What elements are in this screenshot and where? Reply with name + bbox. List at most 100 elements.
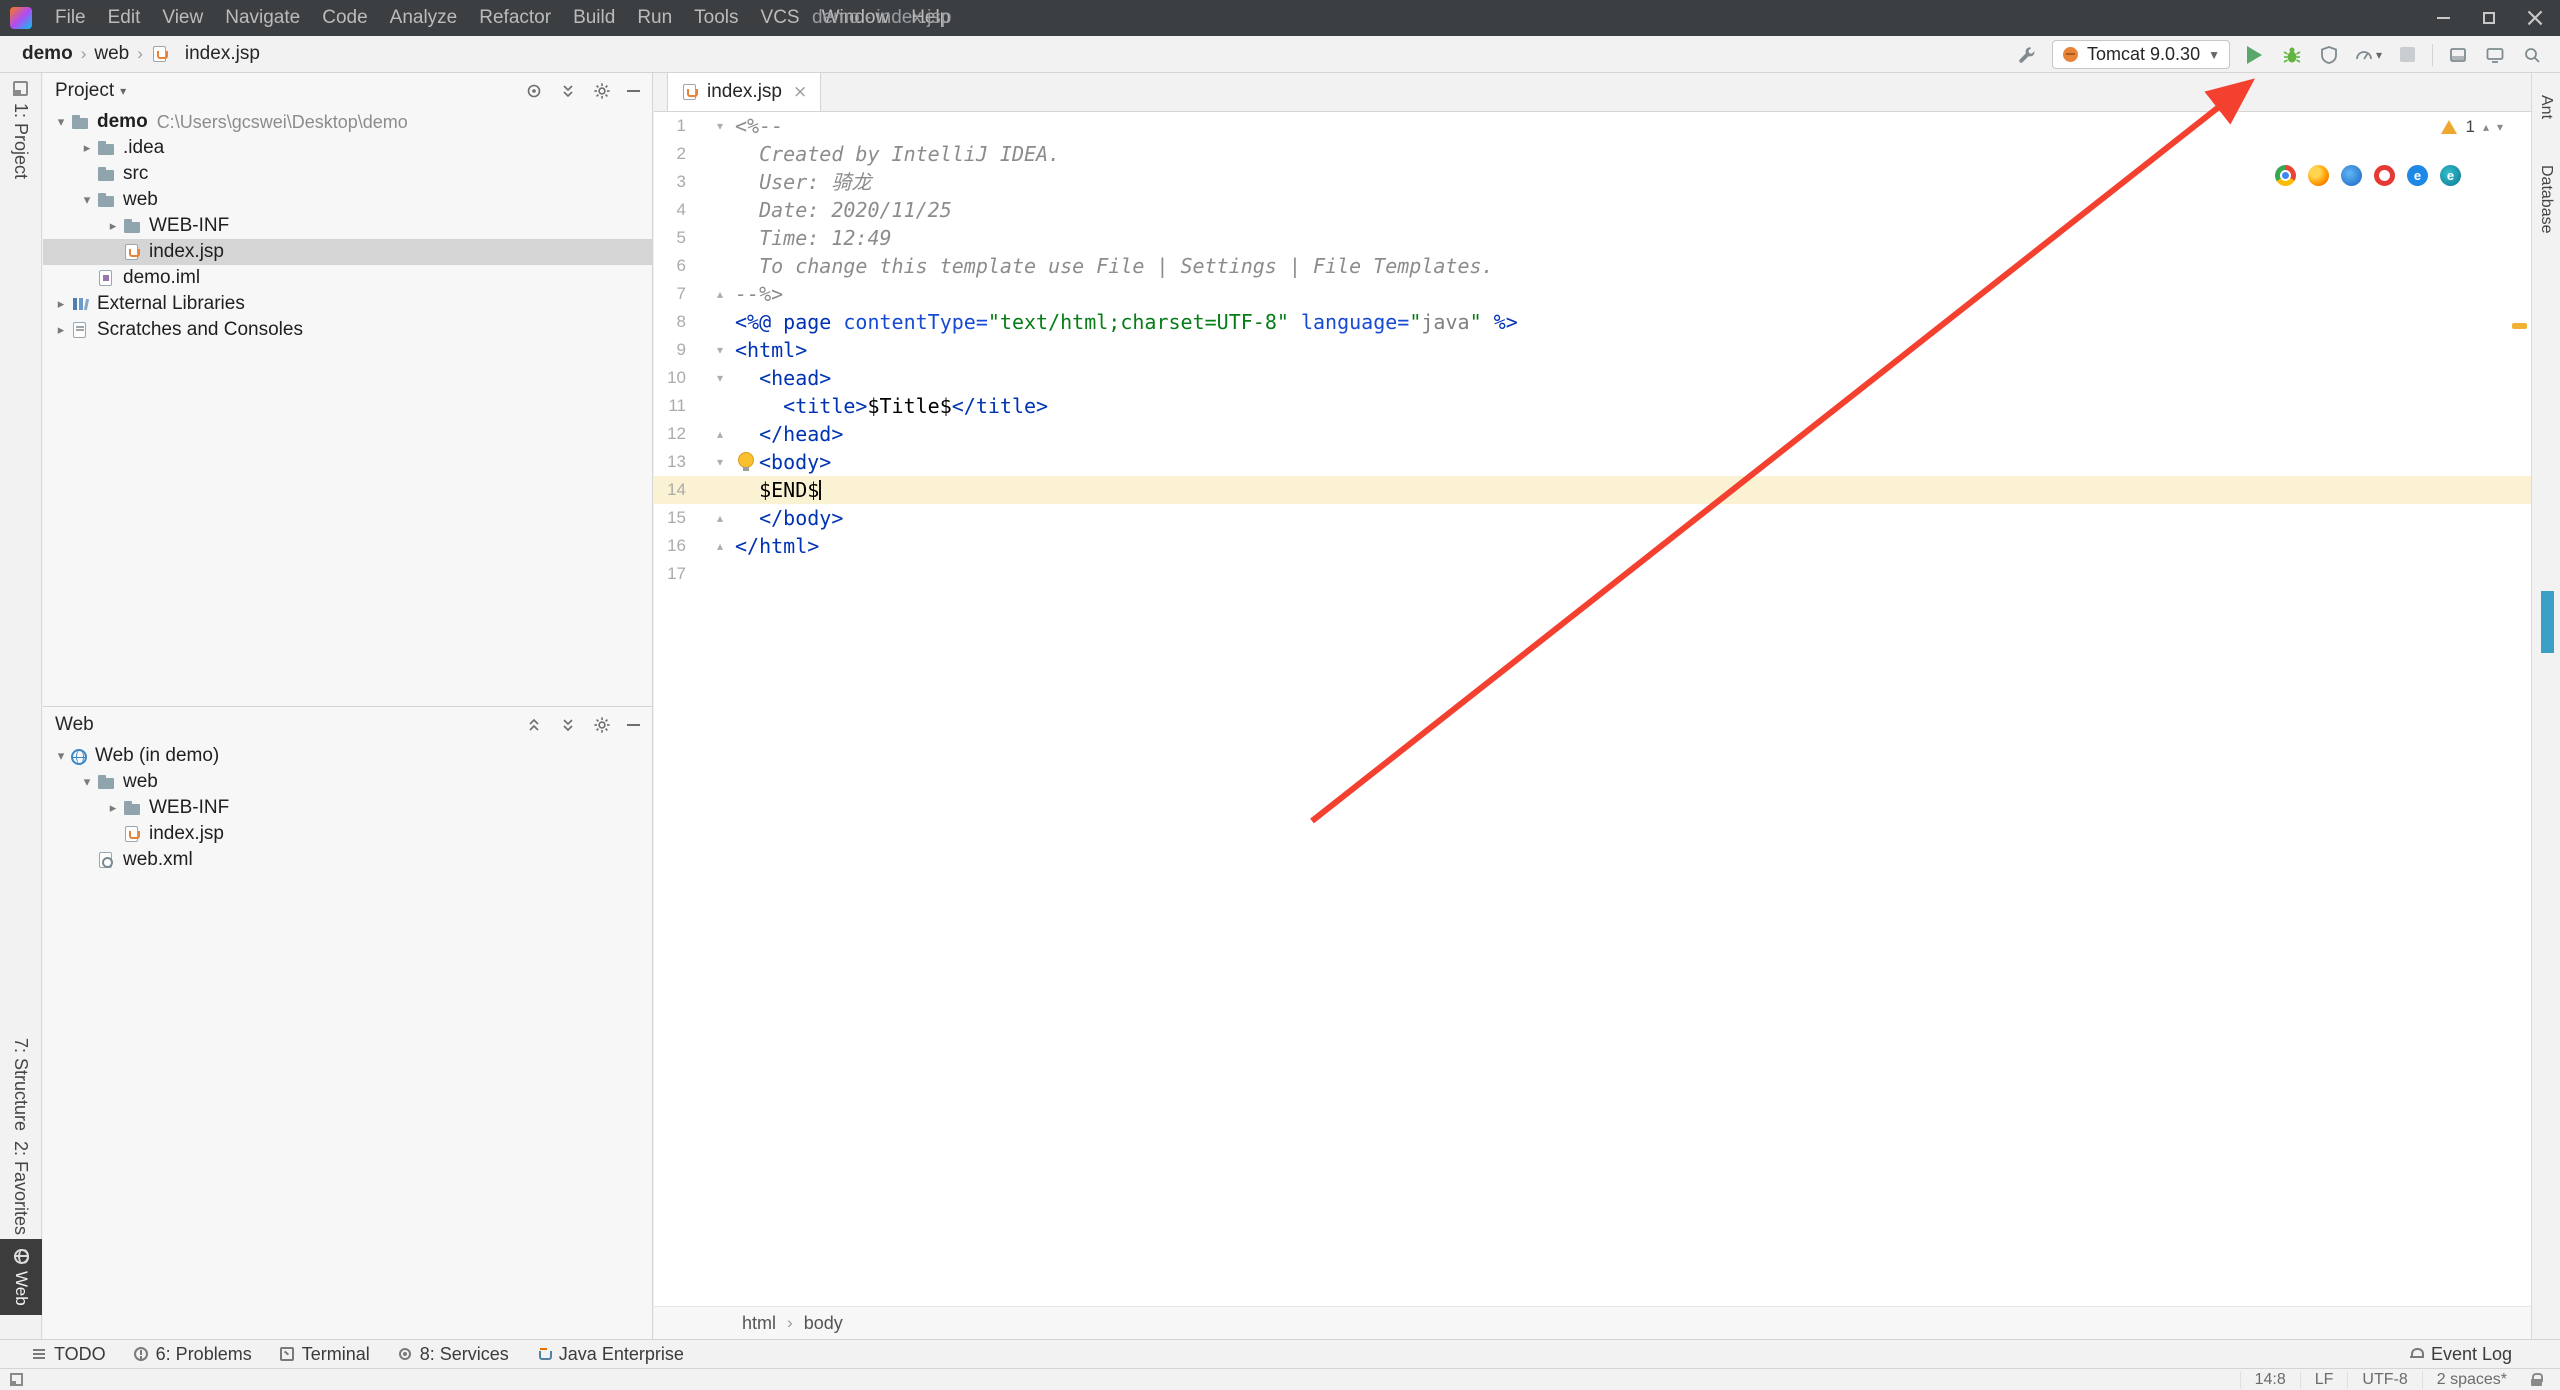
- tool-button-ant[interactable]: Ant: [2532, 95, 2560, 119]
- safari-browser-icon[interactable]: [2341, 165, 2362, 186]
- menu-view[interactable]: View: [151, 0, 214, 36]
- code-line[interactable]: 16 ▴ </html>: [654, 532, 2531, 560]
- fold-marker-icon[interactable]: ▴: [686, 504, 735, 532]
- code-line[interactable]: 13 ▾ <body>: [654, 448, 2531, 476]
- chevron-down-icon[interactable]: ▾: [51, 115, 71, 130]
- collapse-all-icon[interactable]: [559, 716, 577, 734]
- inspection-widget[interactable]: 1 ▴ ▾: [2441, 117, 2503, 137]
- menu-refactor[interactable]: Refactor: [468, 0, 562, 36]
- minimize-button[interactable]: [2420, 0, 2466, 36]
- chevron-right-icon[interactable]: ▸: [51, 323, 71, 338]
- run-dashboard-button[interactable]: [2446, 43, 2470, 67]
- status-item[interactable]: LF: [2299, 1370, 2348, 1389]
- collapse-all-icon[interactable]: [559, 82, 577, 100]
- toolwindow-button-6-problems[interactable]: 6: Problems: [120, 1340, 266, 1368]
- fold-marker-icon[interactable]: ▾: [686, 364, 735, 392]
- fold-marker-icon[interactable]: ▾: [686, 448, 735, 476]
- fold-marker-icon[interactable]: ▴: [686, 532, 735, 560]
- debug-button[interactable]: [2280, 43, 2304, 67]
- menu-edit[interactable]: Edit: [97, 0, 152, 36]
- toolwindow-button-java-enterprise[interactable]: Java Enterprise: [523, 1340, 698, 1368]
- open-in-browser-button[interactable]: [2483, 43, 2507, 67]
- code-line[interactable]: 9 ▾ <html>: [654, 336, 2531, 364]
- breadcrumb-tag[interactable]: body: [804, 1313, 843, 1334]
- code-line[interactable]: 10 ▾ <head>: [654, 364, 2531, 392]
- web-tree-row[interactable]: index.jsp: [43, 821, 652, 847]
- run-button[interactable]: [2243, 43, 2267, 67]
- chevron-right-icon[interactable]: ▸: [77, 141, 97, 156]
- chevron-down-icon[interactable]: ▾: [77, 775, 97, 790]
- next-problem-icon[interactable]: ▾: [2497, 120, 2503, 134]
- status-item[interactable]: 14:8: [2239, 1370, 2300, 1389]
- code-line[interactable]: 15 ▴ </body>: [654, 504, 2531, 532]
- run-configuration-select[interactable]: Tomcat 9.0.30 ▼: [2052, 40, 2230, 69]
- code-line[interactable]: 7 ▴ --%>: [654, 280, 2531, 308]
- menu-navigate[interactable]: Navigate: [214, 0, 311, 36]
- menu-file[interactable]: File: [44, 0, 97, 36]
- toolwindow-button-terminal[interactable]: Terminal: [266, 1340, 384, 1368]
- tool-button-project[interactable]: 1: Project: [0, 81, 41, 179]
- fold-marker-icon[interactable]: ▴: [686, 420, 735, 448]
- project-tree-row[interactable]: demo.iml: [43, 265, 652, 291]
- menu-tools[interactable]: Tools: [683, 0, 749, 36]
- code-line[interactable]: 11 <title>$Title$</title>: [654, 392, 2531, 420]
- web-tree-row[interactable]: ▾ Web (in demo): [43, 743, 652, 769]
- project-tree-row[interactable]: ▾ web: [43, 187, 652, 213]
- project-tree-row[interactable]: ▸ .idea: [43, 135, 652, 161]
- intention-bulb-icon[interactable]: [735, 451, 759, 473]
- code-line[interactable]: 8 <%@ page contentType="text/html;charset…: [654, 308, 2531, 336]
- breadcrumb-tag[interactable]: html: [742, 1313, 776, 1334]
- menu-analyze[interactable]: Analyze: [379, 0, 469, 36]
- toolwindow-toggle-icon[interactable]: [10, 1373, 23, 1386]
- maximize-button[interactable]: [2466, 0, 2512, 36]
- toolwindow-button-8-services[interactable]: 8: Services: [384, 1340, 523, 1368]
- breadcrumb-item[interactable]: web: [94, 43, 129, 65]
- project-tree-row[interactable]: src: [43, 161, 652, 187]
- edge-browser-icon[interactable]: e: [2440, 165, 2461, 186]
- code-line[interactable]: 12 ▴ </head>: [654, 420, 2531, 448]
- fold-marker-icon[interactable]: ▾: [686, 112, 735, 140]
- fold-marker-icon[interactable]: ▾: [686, 336, 735, 364]
- project-tree-row[interactable]: ▾ demo C:\Users\gcswei\Desktop\demo: [43, 109, 652, 135]
- opera-browser-icon[interactable]: [2374, 165, 2395, 186]
- web-panel-header[interactable]: Web: [43, 707, 652, 743]
- project-panel-header[interactable]: Project ▾: [43, 73, 652, 109]
- tab-index-jsp[interactable]: index.jsp ×: [667, 73, 822, 111]
- gear-icon[interactable]: [593, 716, 611, 734]
- locate-icon[interactable]: [525, 82, 543, 100]
- stop-button[interactable]: [2395, 43, 2419, 67]
- project-tree-row[interactable]: index.jsp: [43, 239, 652, 265]
- breadcrumb-item[interactable]: demo: [22, 43, 73, 65]
- menu-build[interactable]: Build: [562, 0, 626, 36]
- chrome-browser-icon[interactable]: [2275, 165, 2296, 186]
- lock-icon[interactable]: [2531, 1373, 2543, 1386]
- code-line[interactable]: 14 $END$: [654, 476, 2531, 504]
- tool-button-database[interactable]: Database: [2532, 165, 2560, 234]
- web-tree-row[interactable]: ▸ WEB-INF: [43, 795, 652, 821]
- code-line[interactable]: 17: [654, 560, 2531, 588]
- tool-button-structure[interactable]: 7: Structure: [0, 1038, 41, 1131]
- web-tree-row[interactable]: ▾ web: [43, 769, 652, 795]
- hide-panel-icon[interactable]: [627, 724, 640, 726]
- status-item[interactable]: 2 spaces*: [2421, 1370, 2521, 1389]
- gear-icon[interactable]: [593, 82, 611, 100]
- code-editor[interactable]: 1 ▾ <%-- 2 Created by IntelliJ IDEA. 3 User:…: [654, 112, 2531, 1306]
- hide-panel-icon[interactable]: [627, 90, 640, 92]
- menu-run[interactable]: Run: [626, 0, 683, 36]
- chevron-right-icon[interactable]: ▸: [103, 219, 123, 234]
- code-line[interactable]: 3 User: 骑龙: [654, 168, 2531, 196]
- breadcrumb-item[interactable]: index.jsp: [185, 43, 260, 65]
- run-with-coverage-button[interactable]: [2317, 43, 2341, 67]
- status-item[interactable]: UTF-8: [2347, 1370, 2421, 1389]
- code-line[interactable]: 6 To change this template use File | Set…: [654, 252, 2531, 280]
- project-tree-row[interactable]: ▸ WEB-INF: [43, 213, 652, 239]
- project-tree-row[interactable]: ▸ External Libraries: [43, 291, 652, 317]
- chevron-right-icon[interactable]: ▸: [103, 801, 123, 816]
- tab-close-icon[interactable]: ×: [793, 82, 807, 102]
- menu-vcs[interactable]: VCS: [750, 0, 811, 36]
- search-everywhere-button[interactable]: [2520, 43, 2544, 67]
- fold-marker-icon[interactable]: ▴: [686, 280, 735, 308]
- code-line[interactable]: 1 ▾ <%--: [654, 112, 2531, 140]
- error-stripe-warning-mark[interactable]: [2512, 323, 2527, 329]
- expand-all-icon[interactable]: [525, 716, 543, 734]
